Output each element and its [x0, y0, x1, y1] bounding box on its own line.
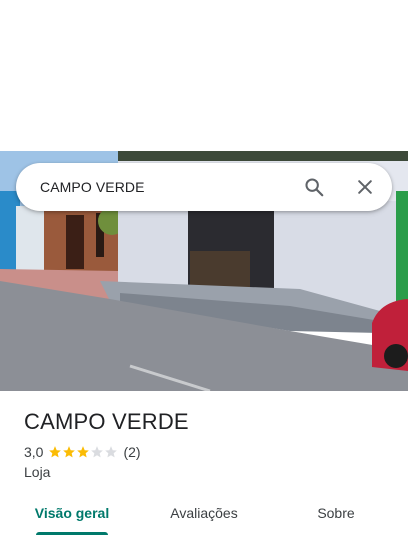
tab-about[interactable]: Sobre — [296, 496, 376, 530]
review-count[interactable]: (2) — [123, 444, 140, 460]
search-icon[interactable] — [302, 175, 326, 199]
rating-stars — [48, 445, 118, 459]
search-input[interactable]: CAMPO VERDE — [40, 163, 145, 211]
star-icon — [49, 446, 62, 458]
star-empty-icon — [91, 446, 104, 458]
tab-overview[interactable]: Visão geral — [24, 496, 120, 530]
active-tab-indicator — [36, 532, 108, 535]
place-tabs: Visão geral Avaliações Sobre — [0, 496, 408, 542]
place-category: Loja — [24, 464, 51, 480]
star-empty-icon — [105, 446, 118, 458]
rating-row[interactable]: 3,0 (2) — [24, 443, 141, 461]
close-icon[interactable] — [353, 175, 377, 199]
star-icon — [77, 446, 90, 458]
rating-value: 3,0 — [24, 444, 44, 460]
map-area — [0, 0, 408, 151]
tab-reviews[interactable]: Avaliações — [152, 496, 256, 530]
place-title: CAMPO VERDE — [24, 409, 189, 434]
star-icon — [63, 446, 76, 458]
search-bar[interactable]: CAMPO VERDE — [16, 163, 392, 211]
